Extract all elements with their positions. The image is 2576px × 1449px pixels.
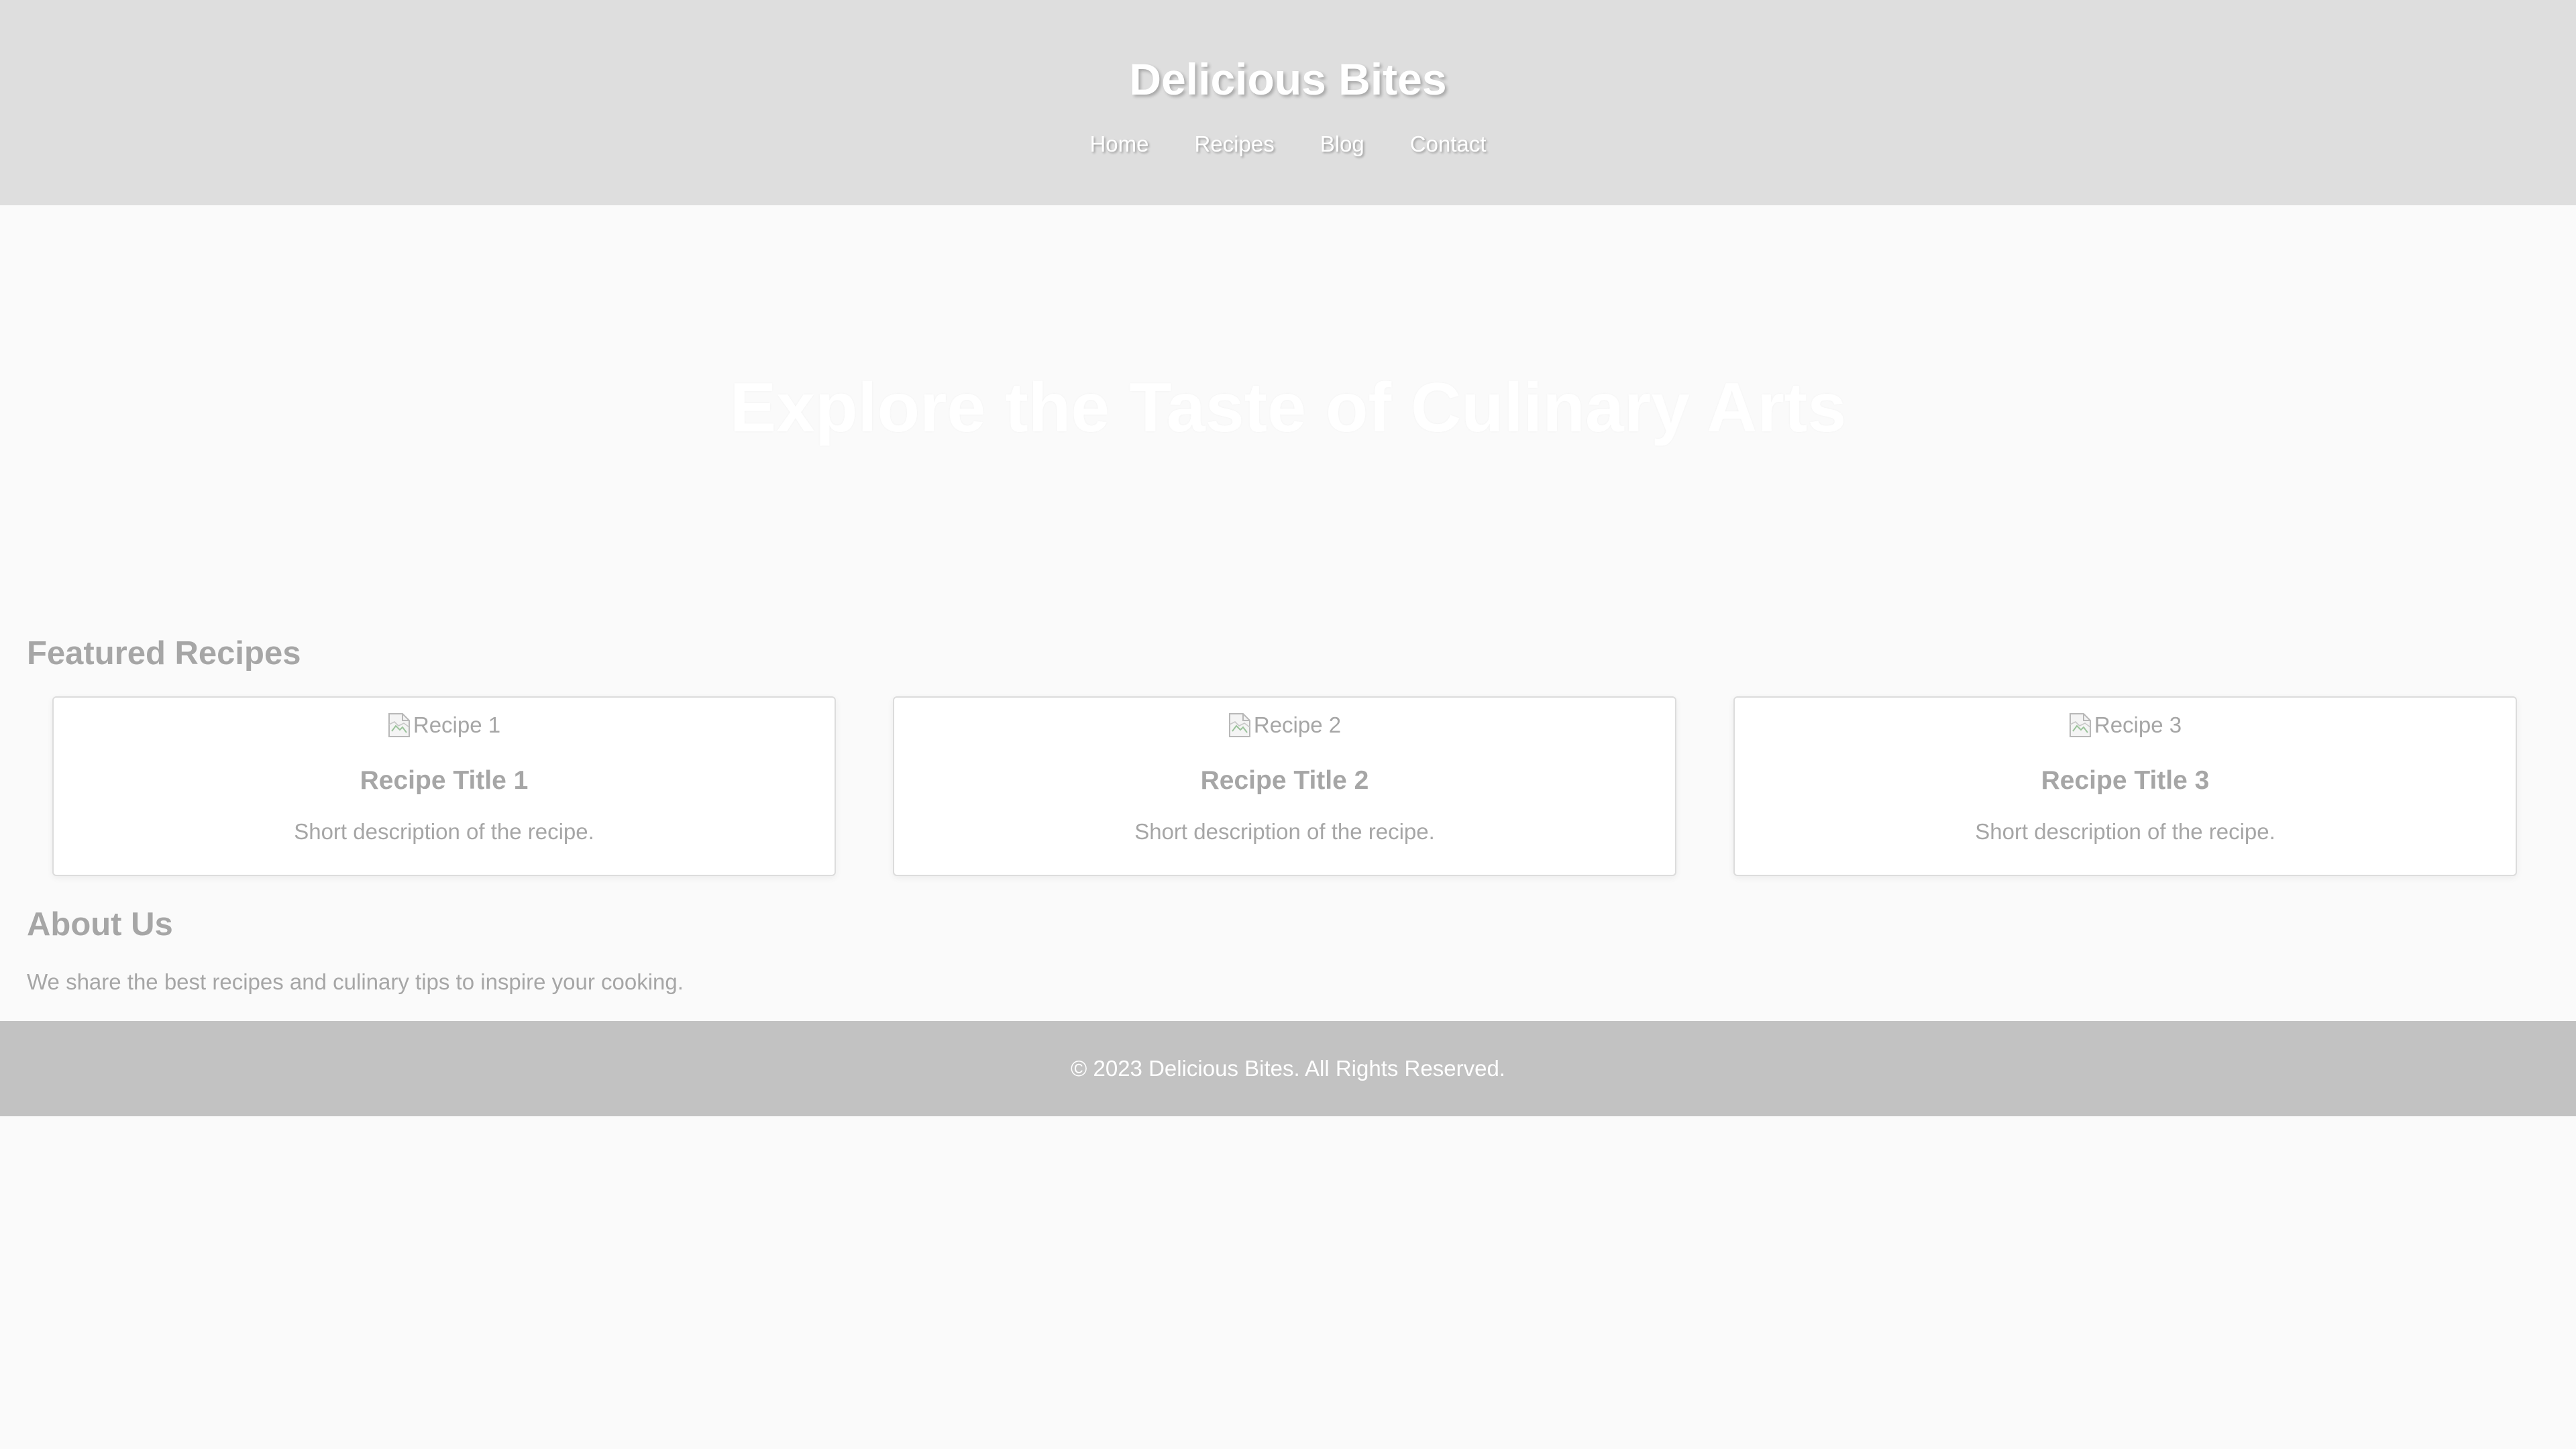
site-footer: © 2023 Delicious Bites. All Rights Reser…	[0, 1021, 2576, 1116]
recipe-image-alt-text: Recipe 1	[413, 712, 501, 737]
footer-copyright: © 2023 Delicious Bites. All Rights Reser…	[1071, 1056, 1505, 1081]
main-nav: Home Recipes Blog Contact	[0, 131, 2576, 158]
featured-recipes-heading: Featured Recipes	[27, 635, 301, 672]
recipe-image-alt-text: Recipe 3	[2094, 712, 2182, 737]
recipe-card[interactable]: Recipe 3 Recipe Title 3 Short descriptio…	[1733, 696, 2517, 876]
nav-contact-link[interactable]: Contact	[1410, 131, 1487, 158]
recipe-image: Recipe 3	[1735, 711, 2516, 739]
recipe-card-title: Recipe Title 2	[1200, 766, 1369, 795]
recipe-image-alt-text: Recipe 2	[1253, 712, 1342, 737]
nav-recipes-link[interactable]: Recipes	[1195, 131, 1275, 158]
about-us-heading: About Us	[27, 906, 173, 943]
broken-image-icon	[1228, 713, 1250, 737]
hero-banner: Explore the Taste of Culinary Arts	[0, 205, 2576, 608]
recipe-image: Recipe 2	[894, 711, 1675, 739]
broken-image-icon	[2069, 713, 2091, 737]
recipe-card-description: Short description of the recipe.	[294, 819, 594, 844]
recipe-card-description: Short description of the recipe.	[1134, 819, 1435, 844]
recipe-card-description: Short description of the recipe.	[1975, 819, 2275, 844]
hero-title: Explore the Taste of Culinary Arts	[729, 369, 1847, 447]
recipe-image: Recipe 1	[54, 711, 835, 739]
site-title: Delicious Bites	[1129, 54, 1447, 104]
recipe-card[interactable]: Recipe 1 Recipe Title 1 Short descriptio…	[52, 696, 836, 876]
recipe-card[interactable]: Recipe 2 Recipe Title 2 Short descriptio…	[893, 696, 1676, 876]
recipe-card-title: Recipe Title 1	[360, 766, 529, 795]
about-us-text: We share the best recipes and culinary t…	[27, 969, 684, 994]
recipe-card-title: Recipe Title 3	[2041, 766, 2210, 795]
nav-blog-link[interactable]: Blog	[1320, 131, 1364, 158]
broken-image-icon	[388, 713, 410, 737]
recipe-card-list: Recipe 1 Recipe Title 1 Short descriptio…	[0, 696, 2576, 876]
site-header: Delicious Bites Home Recipes Blog Contac…	[0, 0, 2576, 205]
nav-home-link[interactable]: Home	[1089, 131, 1148, 158]
